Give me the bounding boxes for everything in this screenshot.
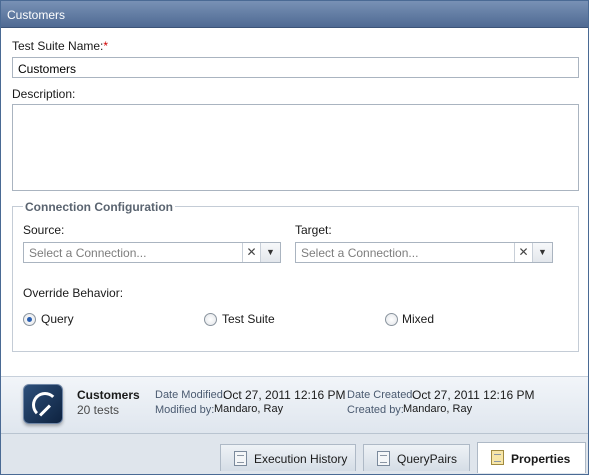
window-title: Customers	[7, 8, 66, 22]
override-mixed-radio[interactable]	[385, 313, 398, 326]
created-by-label: Created by:	[347, 404, 404, 416]
date-modified-value: Oct 27, 2011 12:16 PM	[223, 388, 346, 402]
tab-properties-label: Properties	[511, 452, 571, 466]
modified-by-label: Modified by:	[155, 404, 215, 416]
required-marker: *	[103, 39, 109, 53]
info-suite-name: Customers	[77, 388, 140, 402]
suite-name-label-text: Test Suite Name:	[12, 39, 104, 53]
suite-name-label: Test Suite Name:*	[12, 39, 108, 53]
tab-querypairs[interactable]: QueryPairs	[363, 444, 470, 471]
source-label: Source:	[23, 223, 65, 237]
source-placeholder: Select a Connection...	[29, 246, 147, 260]
created-by-value: Mandaro, Ray	[403, 403, 473, 415]
suite-name-value: Customers	[18, 62, 77, 76]
tab-execution-history[interactable]: Execution History	[220, 444, 356, 471]
source-clear-icon[interactable]: ✕	[242, 243, 260, 262]
source-chevron-down-icon[interactable]: ▼	[260, 243, 280, 262]
target-chevron-down-icon[interactable]: ▼	[532, 243, 552, 262]
override-test-suite-radio[interactable]	[204, 313, 217, 326]
description-textarea[interactable]	[12, 104, 579, 191]
description-label: Description:	[12, 87, 76, 101]
connection-configuration-legend: Connection Configuration	[23, 200, 175, 214]
override-behavior-label: Override Behavior:	[23, 286, 124, 300]
override-test-suite-label[interactable]: Test Suite	[222, 312, 275, 326]
title-bar: Customers	[1, 1, 588, 28]
target-placeholder: Select a Connection...	[301, 246, 419, 260]
override-mixed-label[interactable]: Mixed	[402, 312, 434, 326]
date-modified-label: Date Modified:	[155, 389, 226, 401]
execution-history-document-icon	[234, 451, 247, 466]
target-connection-select[interactable]: Select a Connection... ✕ ▼	[295, 242, 553, 263]
querypairs-document-icon	[377, 451, 390, 466]
source-connection-select[interactable]: Select a Connection... ✕ ▼	[23, 242, 281, 263]
target-clear-icon[interactable]: ✕	[514, 243, 532, 262]
date-created-label: Date Created:	[347, 389, 416, 401]
tab-properties[interactable]: Properties	[477, 442, 586, 473]
override-query-label[interactable]: Query	[41, 312, 74, 326]
test-suite-window: Customers Test Suite Name:* Customers De…	[0, 0, 589, 475]
test-suite-icon	[23, 384, 63, 424]
suite-name-input[interactable]: Customers	[12, 57, 579, 78]
target-label: Target:	[295, 223, 332, 237]
date-created-value: Oct 27, 2011 12:16 PM	[412, 388, 535, 402]
tab-querypairs-label: QueryPairs	[397, 452, 458, 466]
modified-by-value: Mandaro, Ray	[214, 403, 284, 415]
override-query-radio[interactable]	[23, 313, 36, 326]
tab-execution-history-label: Execution History	[254, 452, 348, 466]
properties-icon	[491, 450, 504, 465]
info-test-count: 20 tests	[77, 403, 120, 417]
test-suite-icon-arc	[32, 392, 58, 418]
